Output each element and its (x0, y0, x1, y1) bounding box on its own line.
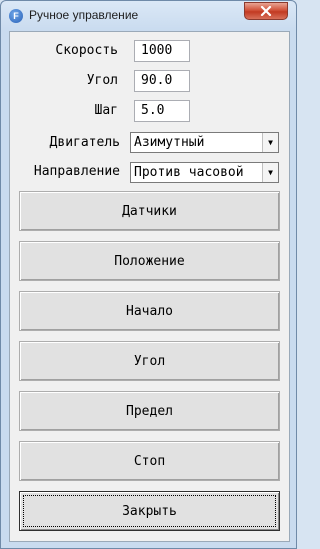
title-bar[interactable]: F Ручное управление (1, 1, 296, 31)
angle-field[interactable]: 90.0 (134, 70, 190, 92)
chevron-down-icon[interactable]: ▼ (262, 163, 278, 182)
close-button[interactable]: Закрыть (19, 491, 280, 531)
engine-select-value: Азимутный (134, 135, 205, 150)
app-icon: F (9, 9, 23, 23)
angle-button[interactable]: Угол (19, 341, 280, 381)
client-area: Скорость 1000 Угол 90.0 Шаг 5.0 Двигател… (9, 31, 290, 542)
step-label: Шаг (94, 103, 118, 118)
direction-select[interactable]: Против часовой ▼ (130, 162, 279, 183)
close-icon (260, 6, 272, 16)
manual-control-window: F Ручное управление Скорость 1000 Угол 9… (0, 0, 297, 549)
window-close-button[interactable] (244, 2, 288, 20)
start-button[interactable]: Начало (19, 291, 280, 331)
direction-label: Направление (33, 164, 120, 179)
sensors-button[interactable]: Датчики (19, 191, 280, 231)
chevron-down-icon[interactable]: ▼ (262, 133, 278, 152)
engine-select[interactable]: Азимутный ▼ (130, 132, 279, 153)
stop-button[interactable]: Стоп (19, 441, 280, 481)
position-button[interactable]: Положение (19, 241, 280, 281)
limit-button[interactable]: Предел (19, 391, 280, 431)
direction-select-value: Против часовой (134, 165, 244, 180)
engine-label: Двигатель (49, 135, 120, 150)
speed-label: Скорость (55, 43, 118, 58)
angle-label: Угол (86, 73, 118, 88)
window-title: Ручное управление (29, 8, 139, 22)
step-field[interactable]: 5.0 (134, 100, 190, 122)
speed-field[interactable]: 1000 (134, 40, 190, 62)
